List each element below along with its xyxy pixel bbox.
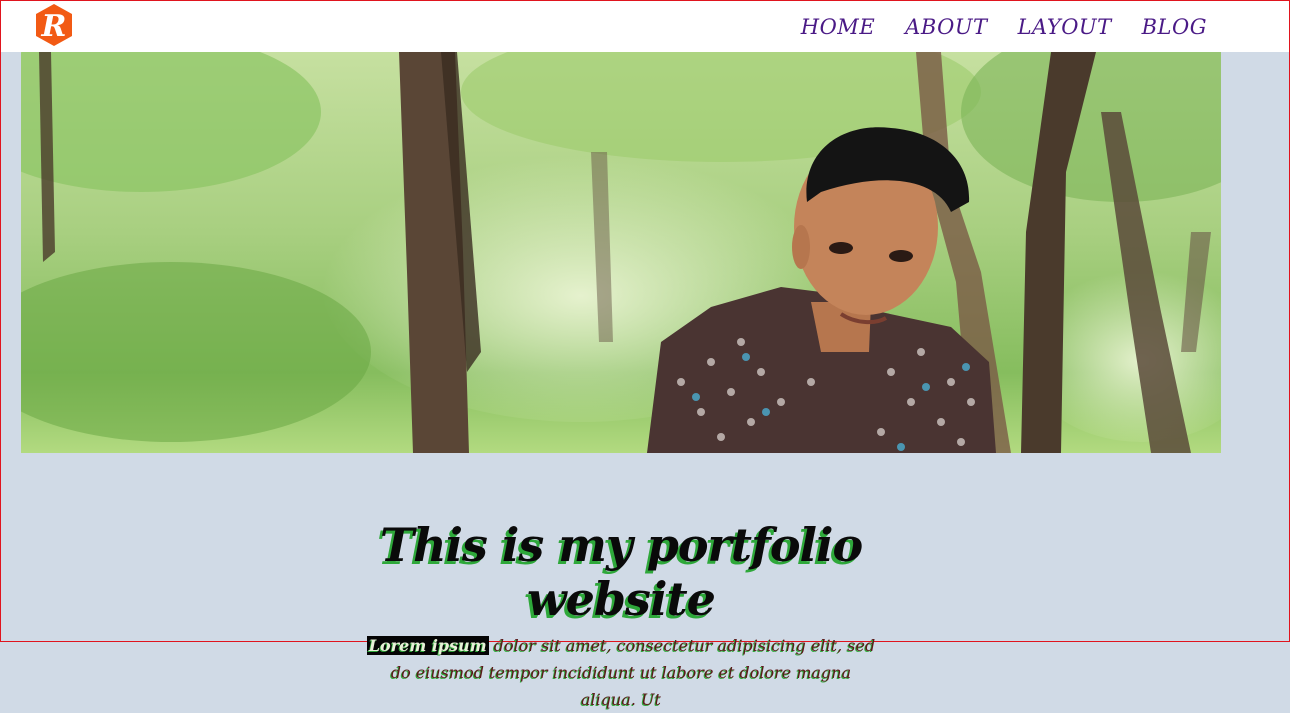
nav-about-link[interactable]: ABOUT	[905, 15, 987, 39]
highlighted-text: Lorem ipsum	[366, 636, 489, 655]
logo-letter: R	[41, 9, 67, 44]
nav-layout-link[interactable]: LAYOUT	[1018, 15, 1112, 39]
page-title: This is my portfolio website	[379, 518, 863, 626]
nav-home-link[interactable]: HOME	[801, 15, 875, 39]
main-nav: HOME ABOUT LAYOUT BLOG	[801, 15, 1207, 39]
hero-image	[21, 52, 1221, 453]
navbar: R HOME ABOUT LAYOUT BLOG	[1, 1, 1289, 52]
logo[interactable]: R	[34, 3, 74, 47]
intro-section: This is my portfolio website Lorem ipsum…	[301, 518, 941, 713]
intro-paragraph: Lorem ipsum dolor sit amet, consectetur …	[361, 632, 881, 713]
nav-blog-link[interactable]: BLOG	[1142, 15, 1207, 39]
